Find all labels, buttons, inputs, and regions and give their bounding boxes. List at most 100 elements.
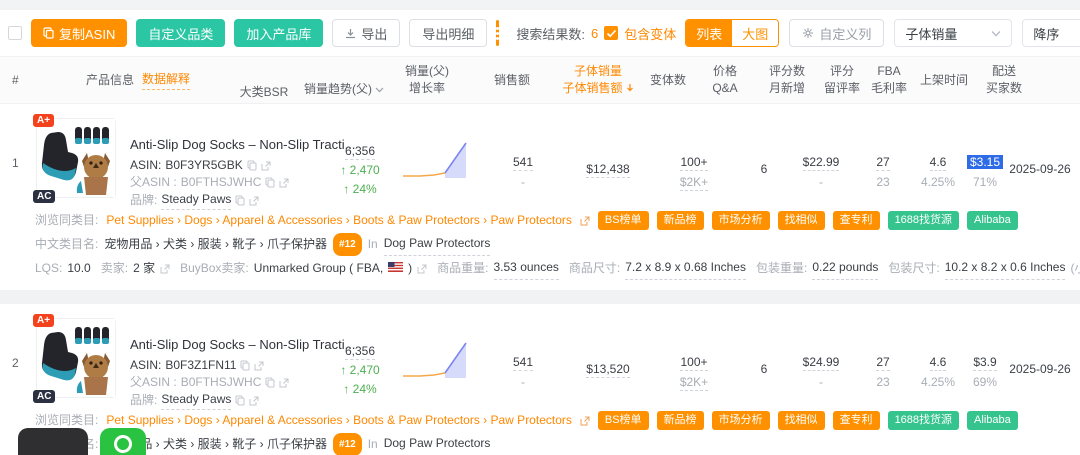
child-sales-value[interactable]: 100+: [680, 355, 708, 371]
copy-icon[interactable]: [265, 177, 275, 188]
external-link-icon[interactable]: [279, 178, 289, 188]
copy-icon[interactable]: [247, 160, 257, 171]
add-to-library-label: 加入产品库: [246, 26, 312, 42]
new-release-tag[interactable]: 新品榜: [656, 211, 704, 230]
new-release-tag[interactable]: 新品榜: [656, 411, 704, 430]
price-value[interactable]: $24.99: [802, 355, 840, 371]
sales-value[interactable]: 541: [512, 155, 534, 171]
rating-value[interactable]: 4.6: [929, 155, 947, 171]
sales-trend-sparkline[interactable]: [400, 118, 480, 210]
price-value[interactable]: $22.99: [802, 155, 840, 171]
external-link-icon[interactable]: [279, 378, 289, 388]
sort-field-select[interactable]: 子体销量: [894, 19, 1013, 47]
view-list-option[interactable]: 列表: [686, 20, 733, 46]
include-variants-label[interactable]: 包含变体: [624, 24, 676, 43]
rank-category[interactable]: Dog Paw Protectors: [384, 433, 491, 455]
market-analysis-tag[interactable]: 市场分析: [711, 211, 770, 230]
external-link-icon[interactable]: [580, 416, 590, 426]
select-all-checkbox[interactable]: [8, 26, 22, 40]
delivery-type: FBA: [1072, 152, 1080, 172]
alibaba-tag[interactable]: Alibaba: [967, 211, 1018, 230]
header-ratings[interactable]: 评分数 月新增: [756, 63, 818, 97]
external-link-icon[interactable]: [261, 161, 271, 171]
asin-label: ASIN:: [130, 358, 162, 372]
copy-icon[interactable]: [265, 377, 275, 388]
bsr-value[interactable]: 6,356: [344, 344, 376, 360]
brand-value[interactable]: Steady Paws: [161, 191, 232, 210]
header-date[interactable]: 上架时间: [912, 72, 976, 89]
alibaba-tag[interactable]: Alibaba: [967, 411, 1018, 430]
fba-fee-value[interactable]: $3.15: [966, 155, 1004, 169]
external-link-icon[interactable]: [417, 264, 427, 274]
bs-rank-tag[interactable]: BS榜单: [597, 411, 649, 430]
header-bsr[interactable]: 大类BSR: [224, 60, 304, 101]
child-sales-value[interactable]: 100+: [680, 155, 708, 171]
export-button[interactable]: 导出: [332, 19, 401, 47]
external-link-icon[interactable]: [580, 216, 590, 226]
ratings-count[interactable]: 27: [876, 155, 890, 171]
header-sales[interactable]: 销量(父) 增长率: [384, 63, 470, 97]
include-variants-checkbox[interactable]: [604, 26, 619, 40]
header-rating[interactable]: 评分 留评率: [818, 63, 866, 97]
export-detail-label: 导出明细: [422, 26, 475, 42]
add-to-library-button[interactable]: 加入产品库: [234, 19, 324, 47]
sort-order-select[interactable]: 降序: [1022, 19, 1080, 47]
ratings-count[interactable]: 27: [876, 355, 890, 371]
child-revenue-value[interactable]: $2K+: [679, 175, 709, 191]
find-similar-tag[interactable]: 找相似: [777, 211, 825, 230]
sort-field-value: 子体销量: [905, 26, 958, 42]
header-trend[interactable]: 销量趋势(父): [304, 63, 384, 98]
view-large-option[interactable]: 大图: [732, 20, 779, 46]
header-delivery[interactable]: 配送 买家数: [976, 63, 1032, 97]
sales-trend-sparkline[interactable]: [400, 318, 480, 410]
revenue-value[interactable]: $13,520: [586, 362, 630, 378]
child-revenue-value[interactable]: $2K+: [679, 375, 709, 391]
copy-asin-button[interactable]: 复制ASIN: [31, 19, 128, 47]
sales-value[interactable]: 541: [512, 355, 534, 371]
header-variants[interactable]: 变体数: [642, 72, 694, 89]
external-link-icon[interactable]: [160, 264, 170, 274]
buybox-label: BuyBox卖家:: [180, 261, 249, 275]
header-fba[interactable]: FBA 毛利率: [866, 63, 912, 97]
copy-icon[interactable]: [240, 360, 250, 371]
brand-value[interactable]: Steady Paws: [161, 391, 232, 410]
patent-check-tag[interactable]: 查专利: [832, 211, 880, 230]
rank-category[interactable]: Dog Paw Protectors: [383, 233, 491, 256]
rating-value[interactable]: 4.6: [929, 355, 947, 371]
bs-rank-tag[interactable]: BS榜单: [597, 211, 649, 230]
chat-widget-green[interactable]: [100, 428, 146, 455]
market-analysis-tag[interactable]: 市场分析: [711, 411, 770, 430]
pkg-dims-value[interactable]: 10.2 x 8.2 x 0.6 Inches: [944, 257, 1066, 280]
more-actions-button[interactable]: [496, 20, 500, 46]
find-similar-tag[interactable]: 找相似: [777, 411, 825, 430]
weight-value[interactable]: 3.53 ounces: [493, 257, 559, 280]
search-result-number: 6: [591, 25, 599, 41]
header-revenue[interactable]: 销售额: [470, 72, 554, 89]
export-detail-button[interactable]: 导出明细: [409, 19, 488, 47]
external-link-icon[interactable]: [249, 396, 259, 406]
category-breadcrumb[interactable]: Pet Supplies › Dogs › Apparel & Accessor…: [106, 210, 572, 231]
1688-sourcing-tag[interactable]: 1688找货源: [887, 411, 960, 430]
product-image[interactable]: A+ AC: [33, 114, 116, 203]
fba-fee-value[interactable]: $3.9: [973, 355, 997, 371]
dims-value[interactable]: 7.2 x 8.9 x 0.68 Inches: [625, 257, 746, 280]
copy-icon[interactable]: [235, 395, 245, 406]
1688-sourcing-tag[interactable]: 1688找货源: [887, 211, 960, 230]
custom-columns-button[interactable]: 自定义列: [789, 19, 885, 47]
data-explain-link[interactable]: 数据解释: [142, 71, 191, 90]
chat-widget-dark[interactable]: [18, 428, 88, 455]
bsr-value[interactable]: 6,356: [344, 144, 376, 160]
revenue-value[interactable]: $12,438: [586, 162, 630, 178]
product-image[interactable]: A+ AC: [33, 314, 116, 403]
external-link-icon[interactable]: [254, 361, 264, 371]
patent-check-tag[interactable]: 查专利: [832, 411, 880, 430]
custom-category-button[interactable]: 自定义品类: [136, 19, 226, 47]
external-link-icon[interactable]: [249, 196, 259, 206]
pkg-weight-value[interactable]: 0.22 pounds: [812, 257, 879, 280]
copy-icon[interactable]: [235, 195, 245, 206]
header-child-sales-sorted[interactable]: 子体销量 子体销售额: [554, 63, 642, 97]
category-breadcrumb[interactable]: Pet Supplies › Dogs › Apparel & Accessor…: [106, 410, 572, 431]
product-title[interactable]: Anti-Slip Dog Socks – Non-Slip Tracti...: [130, 136, 355, 153]
product-title[interactable]: Anti-Slip Dog Socks – Non-Slip Tracti...: [130, 336, 355, 353]
header-price[interactable]: 价格 Q&A: [694, 63, 756, 97]
